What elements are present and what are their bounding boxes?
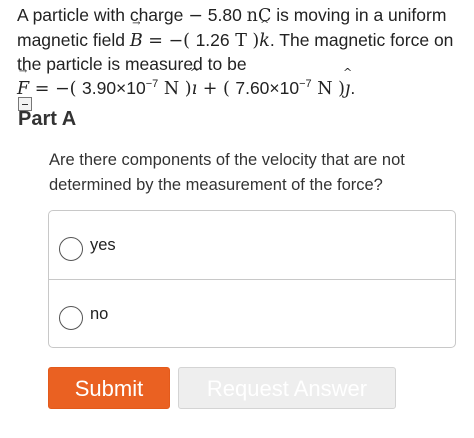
k-unit-vector: ^ k (259, 17, 270, 51)
f-y-value: 7.60×10 (235, 77, 300, 98)
problem-text-1: A particle with charge (17, 5, 189, 25)
f-plus: + ( (197, 78, 236, 99)
f-equals: = −( (29, 78, 82, 99)
option-label: yes (90, 236, 116, 254)
option-yes[interactable]: yes (49, 211, 455, 279)
i-unit-vector: ^ ı (189, 65, 199, 99)
j-unit-vector: ^ ȷ (343, 65, 353, 99)
option-label: no (90, 305, 109, 323)
f-x-value: 3.90×10 (82, 77, 146, 98)
radio-button-icon[interactable] (59, 237, 83, 261)
b-value: 1.26 (195, 29, 230, 50)
request-answer-button[interactable]: Request Answer (178, 367, 396, 409)
problem-statement: A particle with charge − 5.80 nC is movi… (17, 4, 462, 101)
radio-button-icon[interactable] (59, 306, 83, 330)
answer-options: yes no (48, 210, 456, 348)
part-title: Part A (18, 108, 77, 130)
option-no[interactable]: no (49, 279, 455, 347)
question-text: Are there components of the velocity tha… (49, 151, 405, 194)
problem-period: . (350, 77, 356, 98)
b-vector-symbol: → B (129, 17, 143, 51)
submit-button[interactable]: Submit (48, 367, 170, 409)
f-y-exponent: −7 (299, 77, 312, 90)
b-equals: = −( (142, 30, 196, 51)
f-x-unit: N ) (158, 78, 192, 99)
f-y-unit: N ) (311, 78, 345, 99)
charge-value: 5.80 (202, 5, 247, 25)
b-unit: T ) (229, 30, 260, 51)
charge-sign: − (188, 6, 203, 26)
f-x-exponent: −7 (145, 77, 159, 90)
